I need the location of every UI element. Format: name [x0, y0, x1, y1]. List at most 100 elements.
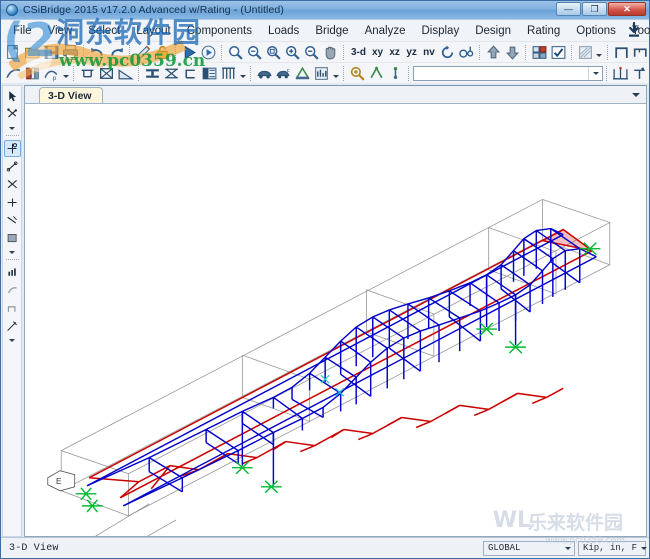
menu-item-components[interactable]: Components	[179, 22, 260, 40]
tendon-icon[interactable]	[219, 64, 238, 82]
tab-3d-view[interactable]: 3-D View	[39, 87, 103, 103]
assign-display-icon[interactable]	[576, 43, 595, 61]
perspective-icon[interactable]	[457, 43, 476, 61]
select-all-icon[interactable]	[367, 64, 386, 82]
toolbar-separator	[83, 44, 85, 60]
link-support-icon[interactable]	[116, 64, 135, 82]
zoom-out-icon[interactable]	[302, 43, 321, 61]
menu-item-display[interactable]: Display	[413, 22, 467, 40]
zoom-rubber-band-icon[interactable]	[226, 43, 245, 61]
new-model-icon[interactable]	[4, 43, 23, 61]
title-bar: CSiBridge 2015 v17.2.0 Advanced w/Rating…	[1, 1, 649, 20]
frame-section-icon[interactable]	[143, 64, 162, 82]
bridge-dropdown-arrow-icon[interactable]	[331, 64, 340, 82]
open-file-icon[interactable]	[23, 43, 42, 61]
frame-release-icon[interactable]	[162, 64, 181, 82]
vehicle-icon[interactable]	[255, 64, 274, 82]
area-section-icon[interactable]	[200, 64, 219, 82]
draw-special-joint-icon[interactable]	[3, 140, 21, 157]
menu-item-select[interactable]: Select	[80, 22, 128, 40]
lane-icon[interactable]	[293, 64, 312, 82]
pointer-select-icon[interactable]	[4, 88, 21, 105]
quick-draw-secondary-beam-icon[interactable]	[4, 212, 21, 229]
draw-poly-area-icon[interactable]	[4, 230, 21, 247]
chevron-down-icon[interactable]	[561, 542, 574, 555]
pan-hand-icon[interactable]	[321, 43, 340, 61]
draw-section-cut-icon[interactable]	[4, 300, 21, 317]
assign-display-dropdown-arrow-icon[interactable]	[595, 43, 604, 61]
spring-support-icon[interactable]	[97, 64, 116, 82]
download-arrow-icon[interactable]	[627, 21, 641, 38]
vehicle-class-icon[interactable]: c	[274, 64, 293, 82]
chevron-down-icon[interactable]	[637, 542, 650, 555]
undo-icon[interactable]	[88, 43, 107, 61]
select-pointer-icon[interactable]	[348, 64, 367, 82]
named-view-combo[interactable]	[413, 65, 603, 81]
save-icon[interactable]	[42, 43, 61, 61]
view-nv-icon[interactable]: nv	[420, 43, 438, 61]
secondary-toolbar: p c	[1, 63, 649, 84]
bridge-response-icon[interactable]	[312, 64, 331, 82]
set-display-options-icon[interactable]	[530, 43, 549, 61]
view-3d-icon[interactable]: 3-d	[348, 43, 369, 61]
menu-item-view[interactable]: View	[40, 22, 81, 40]
view-xy-icon[interactable]: xy	[369, 43, 386, 61]
left-toolbar-arrow3-icon[interactable]	[5, 336, 19, 344]
show-undeformed-icon[interactable]	[549, 43, 568, 61]
section-cut-icon[interactable]	[612, 43, 631, 61]
minimize-button[interactable]: —	[556, 2, 581, 16]
menu-item-options[interactable]: Options	[568, 22, 624, 40]
restraint-icon[interactable]	[78, 64, 97, 82]
redo-icon[interactable]	[107, 43, 126, 61]
chevron-down-icon[interactable]	[631, 91, 640, 99]
bridge-object-icon[interactable]	[631, 43, 650, 61]
menu-item-rating[interactable]: Rating	[519, 22, 568, 40]
draw-frame-icon[interactable]	[4, 64, 23, 82]
draw-point-icon[interactable]: p	[42, 64, 61, 82]
draw-rect-area-icon[interactable]	[4, 264, 21, 281]
draw-dimension-line-icon[interactable]	[4, 318, 21, 335]
frame-insertion-icon[interactable]	[181, 64, 200, 82]
left-toolbar-arrow-icon[interactable]	[5, 124, 19, 132]
model-view-canvas[interactable]: E	[25, 104, 646, 536]
print-icon[interactable]	[61, 43, 80, 61]
reshape-element-icon[interactable]	[4, 106, 21, 123]
draw-wall-icon[interactable]	[23, 64, 42, 82]
lock-unlock-icon[interactable]	[153, 43, 172, 61]
move-down-icon[interactable]	[503, 43, 522, 61]
restraint-bent-1	[231, 461, 282, 494]
menu-item-loads[interactable]: Loads	[260, 22, 307, 40]
chevron-down-icon[interactable]	[588, 66, 602, 80]
left-toolbar-arrow2-icon[interactable]	[5, 248, 19, 256]
assign-dropdown-arrow-icon[interactable]	[238, 64, 247, 82]
menu-item-bridge[interactable]: Bridge	[307, 22, 356, 40]
snap-options-icon[interactable]	[611, 64, 630, 82]
menu-item-design[interactable]: Design	[467, 22, 519, 40]
snap-point-icon[interactable]	[630, 64, 649, 82]
coordinate-system-select[interactable]: GLOBAL	[483, 540, 575, 556]
quick-draw-frame-icon[interactable]	[4, 176, 21, 193]
menu-item-file[interactable]: File	[5, 22, 40, 40]
quick-draw-area-icon[interactable]	[4, 282, 21, 299]
move-up-icon[interactable]	[484, 43, 503, 61]
left-toolbar-separator	[5, 259, 19, 261]
run-analysis-icon[interactable]	[180, 43, 199, 61]
draw-dropdown-arrow-icon[interactable]	[61, 64, 70, 82]
zoom-full-icon[interactable]	[264, 43, 283, 61]
zoom-previous-icon[interactable]	[245, 43, 264, 61]
rotate-3d-icon[interactable]	[438, 43, 457, 61]
toolbar-separator	[221, 44, 223, 60]
maximize-button[interactable]: ❐	[582, 2, 607, 16]
menu-item-analyze[interactable]: Analyze	[357, 22, 414, 40]
zoom-in-icon[interactable]	[283, 43, 302, 61]
view-xz-icon[interactable]: xz	[386, 43, 403, 61]
units-select[interactable]: Kip, in, F	[578, 540, 646, 556]
quick-draw-brace-icon[interactable]	[4, 194, 21, 211]
edit-pencil-icon[interactable]	[134, 43, 153, 61]
draw-frame-cable-icon[interactable]	[4, 158, 21, 175]
view-yz-icon[interactable]: yz	[403, 43, 420, 61]
close-button[interactable]: ✕	[608, 2, 646, 16]
run-now-icon[interactable]	[199, 43, 218, 61]
menu-item-layout[interactable]: Layout	[128, 22, 179, 40]
clear-selection-icon[interactable]	[386, 64, 405, 82]
